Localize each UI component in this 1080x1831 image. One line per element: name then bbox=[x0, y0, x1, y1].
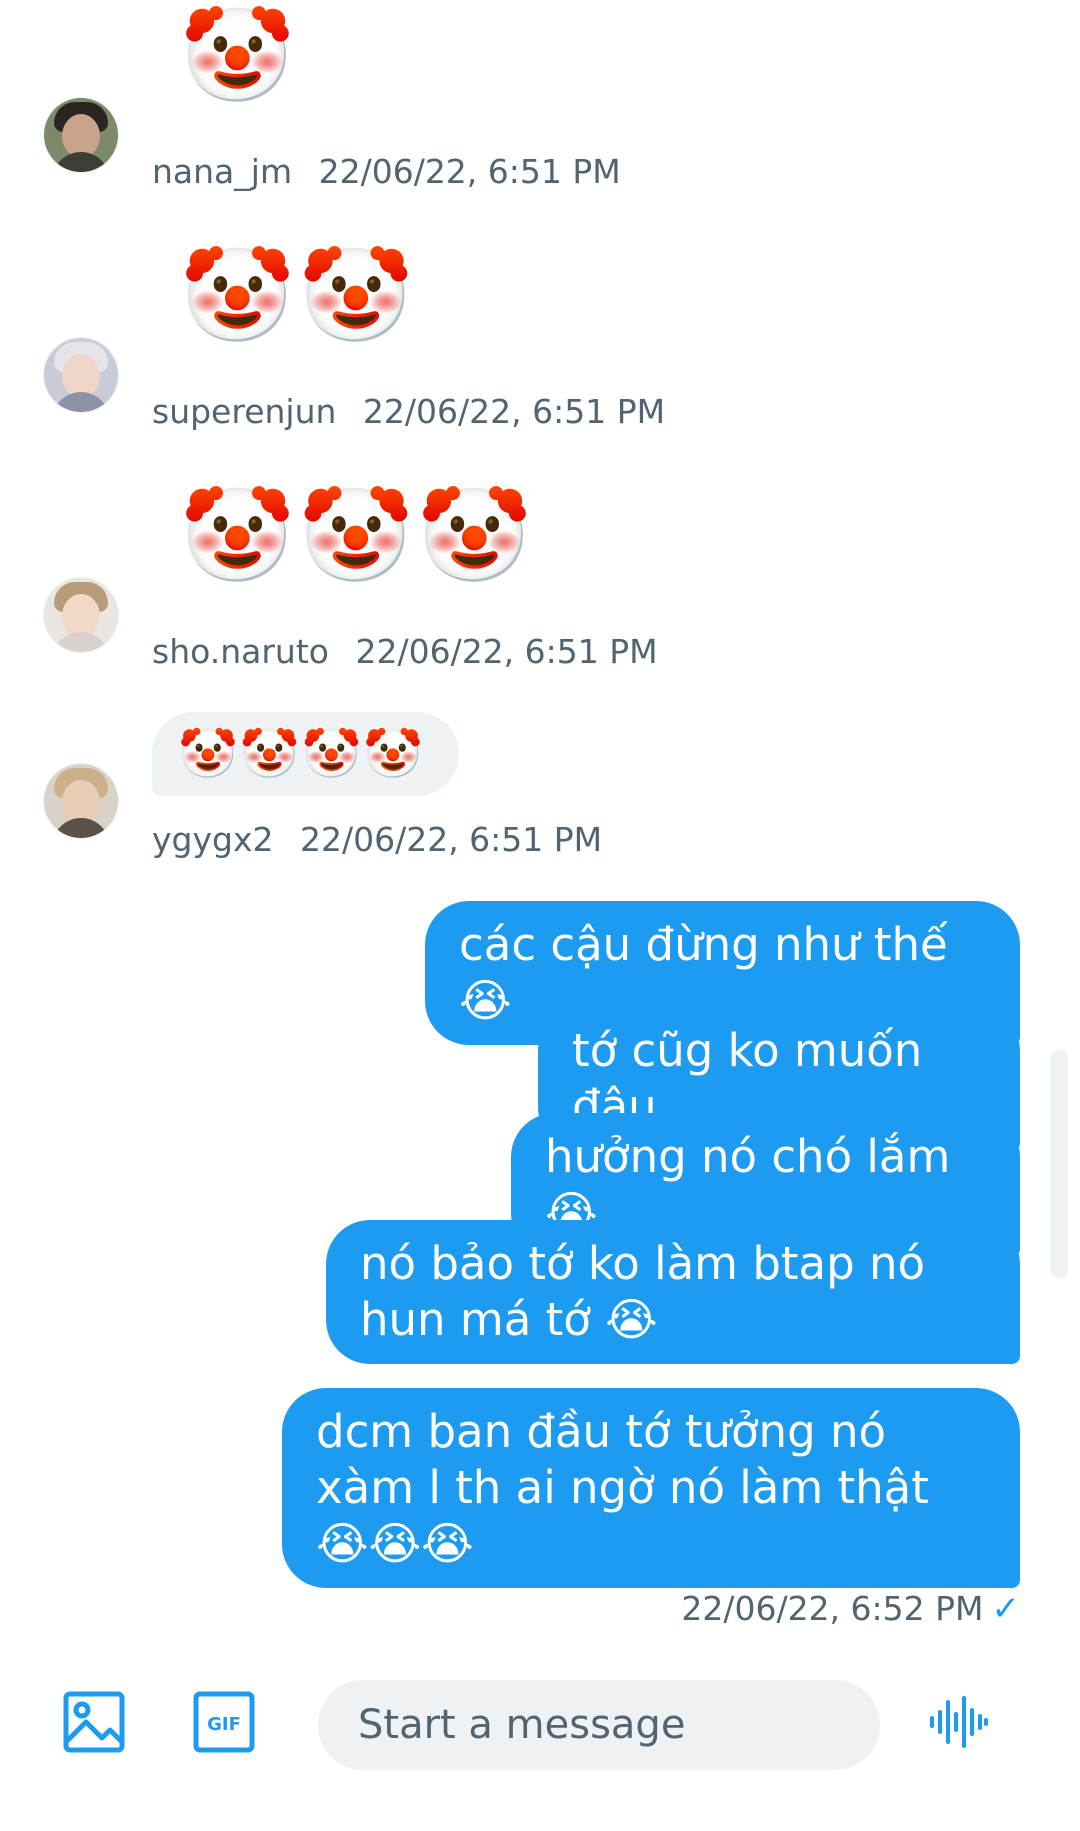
timestamp: 22/06/22, 6:51 PM bbox=[318, 152, 621, 191]
username[interactable]: ygygx2 bbox=[152, 820, 273, 859]
username[interactable]: superenjun bbox=[152, 392, 336, 431]
username[interactable]: nana_jm bbox=[152, 152, 292, 191]
avatar[interactable] bbox=[44, 98, 118, 172]
message-composer: GIF bbox=[0, 1660, 1080, 1831]
check-icon: ✓ bbox=[991, 1589, 1021, 1629]
gif-label: GIF bbox=[207, 1714, 241, 1735]
message-bubble: 🤡🤡🤡🤡 bbox=[152, 712, 460, 796]
message-meta: ygygx2 22/06/22, 6:51 PM bbox=[152, 820, 602, 859]
message-meta: superenjun 22/06/22, 6:51 PM bbox=[152, 392, 665, 431]
username[interactable]: sho.naruto bbox=[152, 632, 329, 671]
sent-message-meta: 22/06/22, 6:52 PM ✓ bbox=[681, 1589, 1020, 1629]
message-meta: sho.naruto 22/06/22, 6:51 PM bbox=[152, 632, 658, 671]
timestamp: 22/06/22, 6:52 PM bbox=[681, 1589, 984, 1628]
voice-waveform-icon[interactable] bbox=[926, 1690, 990, 1754]
sent-message-bubble: nó bảo tớ ko làm btap nó hun má tớ 😭 bbox=[326, 1220, 1020, 1364]
clown-emoji-message: 🤡 bbox=[180, 2, 299, 109]
clown-emoji-message: 🤡🤡 bbox=[180, 242, 418, 349]
avatar[interactable] bbox=[44, 764, 118, 838]
sent-message-bubble: dcm ban đầu tớ tưởng nó xàm l th ai ngờ … bbox=[282, 1388, 1020, 1588]
message-input[interactable] bbox=[318, 1680, 880, 1770]
message-meta: nana_jm 22/06/22, 6:51 PM bbox=[152, 152, 621, 191]
scrollbar[interactable] bbox=[1050, 1050, 1068, 1278]
gif-icon[interactable]: GIF bbox=[192, 1690, 256, 1754]
timestamp: 22/06/22, 6:51 PM bbox=[355, 632, 658, 671]
message-thread: 🤡 nana_jm 22/06/22, 6:51 PM 🤡🤡 superenju… bbox=[0, 0, 1080, 1660]
avatar[interactable] bbox=[44, 578, 118, 652]
clown-emoji-message: 🤡🤡🤡 bbox=[180, 482, 536, 589]
image-icon[interactable] bbox=[62, 1690, 126, 1754]
timestamp: 22/06/22, 6:51 PM bbox=[362, 392, 666, 431]
avatar[interactable] bbox=[44, 338, 118, 412]
timestamp: 22/06/22, 6:51 PM bbox=[299, 820, 603, 859]
